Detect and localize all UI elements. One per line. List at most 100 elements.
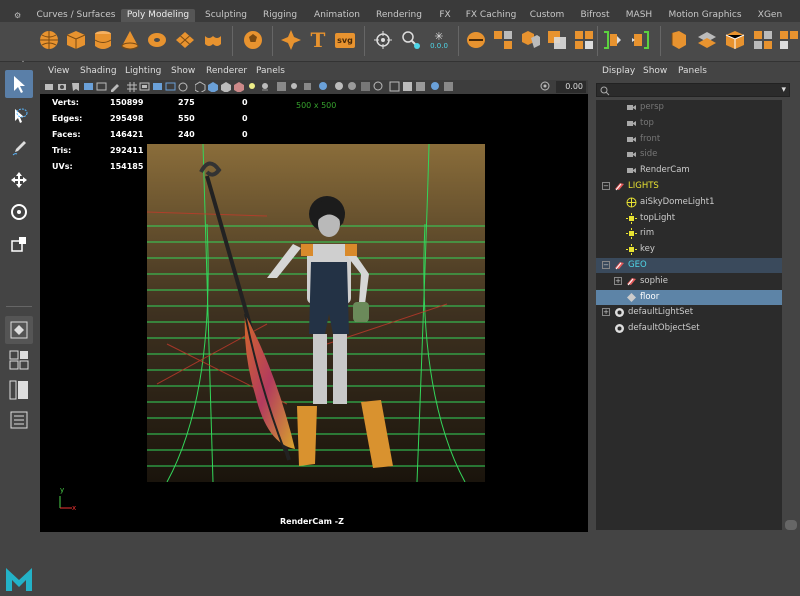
tab-fx[interactable]: FX	[433, 9, 457, 22]
outliner-item-sophie[interactable]: + sophie	[596, 274, 782, 289]
plane-icon[interactable]	[172, 27, 198, 53]
use-all-lights-icon[interactable]	[247, 81, 258, 92]
text-icon[interactable]: T	[305, 27, 331, 53]
menu-panels[interactable]: Panels	[256, 66, 285, 76]
tab-motion-graphics[interactable]: Motion Graphics	[663, 9, 747, 22]
tab-poly-modeling[interactable]: Poly Modeling	[121, 9, 195, 22]
2d-pan-icon[interactable]	[96, 81, 107, 92]
menu-renderer[interactable]: Renderer	[206, 66, 247, 76]
dots-icon[interactable]: ✳ 0.0.0	[426, 27, 452, 53]
tab-xgen[interactable]: XGen	[753, 9, 787, 22]
scale-tool-icon[interactable]	[5, 230, 33, 258]
tab-sculpting[interactable]: Sculpting	[199, 9, 253, 22]
scrollbar-thumb[interactable]	[785, 520, 797, 530]
menu-panels-outliner[interactable]: Panels	[678, 66, 707, 76]
hud-toggle-icon[interactable]	[389, 81, 400, 92]
rotate-tool-icon[interactable]	[5, 198, 33, 226]
collapse-icon[interactable]: −	[602, 182, 610, 190]
grease-pencil-icon[interactable]	[109, 81, 120, 92]
single-perspective-layout-icon[interactable]	[5, 316, 33, 344]
shadows-icon[interactable]	[260, 81, 271, 92]
menu-display[interactable]: Display	[602, 66, 635, 76]
outliner-layout-icon[interactable]	[5, 406, 33, 434]
outliner-item-top[interactable]: top	[596, 116, 782, 131]
tab-fx-caching[interactable]: FX Caching	[463, 9, 519, 22]
xray-components-icon[interactable]	[302, 81, 313, 92]
move-tool-icon[interactable]	[5, 166, 33, 194]
select-camera-icon[interactable]	[44, 81, 55, 92]
exposure-field[interactable]: 0.00	[556, 81, 586, 93]
extract-icon[interactable]	[517, 27, 543, 53]
image-plane-icon[interactable]	[83, 81, 94, 92]
shelf-options-icon[interactable]: ⚙	[14, 11, 22, 20]
collapse-icon[interactable]: −	[602, 261, 610, 269]
cube-icon[interactable]	[63, 27, 89, 53]
panel-divider[interactable]	[588, 62, 596, 534]
xray-joints-icon[interactable]	[289, 81, 300, 92]
xray-icon[interactable]	[276, 81, 287, 92]
motion-blur-icon[interactable]	[347, 81, 358, 92]
wedge-icon[interactable]	[666, 27, 692, 53]
outliner-search-input[interactable]: ▾	[596, 83, 790, 97]
camera-attributes-icon[interactable]	[57, 81, 68, 92]
field-chart-icon[interactable]	[178, 81, 189, 92]
search-sweep-icon[interactable]	[398, 27, 424, 53]
paint-select-tool-icon[interactable]	[5, 134, 33, 162]
gate-mask-icon[interactable]	[165, 81, 176, 92]
chevron-down-icon[interactable]: ▾	[781, 85, 786, 95]
exposure-icon[interactable]	[402, 81, 413, 92]
aov-icon[interactable]	[443, 81, 454, 92]
smooth-shade-icon[interactable]	[208, 81, 219, 92]
separate-icon[interactable]	[490, 27, 516, 53]
cylinder-icon[interactable]	[90, 27, 116, 53]
smooth-icon[interactable]	[776, 27, 800, 53]
menu-show-outliner[interactable]: Show	[643, 66, 667, 76]
expand-icon[interactable]: +	[602, 308, 610, 317]
tab-animation[interactable]: Animation	[309, 9, 365, 22]
disc-icon[interactable]	[200, 27, 226, 53]
outliner-item-front[interactable]: front	[596, 132, 782, 147]
outliner-item-defaultlightset[interactable]: + defaultLightSet	[596, 305, 782, 320]
extrude-icon[interactable]	[722, 27, 748, 53]
target-icon[interactable]	[370, 27, 396, 53]
outliner-scrollbar[interactable]	[782, 100, 800, 530]
bevel-icon[interactable]	[694, 27, 720, 53]
grid-icon[interactable]	[126, 81, 137, 92]
outliner-item-side[interactable]: side	[596, 147, 782, 162]
expand-icon[interactable]: +	[614, 276, 622, 285]
outliner-item-persp[interactable]: persp	[596, 100, 782, 115]
four-view-layout-icon[interactable]	[5, 346, 33, 374]
outliner-item-floor[interactable]: floor	[596, 289, 782, 305]
outliner-item-defaultobjectset[interactable]: defaultObjectSet	[596, 321, 782, 336]
menu-view[interactable]: View	[48, 66, 69, 76]
outliner-item-rendercam[interactable]: RenderCam	[596, 163, 782, 178]
mirror-icon[interactable]	[600, 27, 626, 53]
outliner-item-rim[interactable]: rim	[596, 226, 782, 241]
ambient-occlusion-icon[interactable]	[334, 81, 345, 92]
tab-curves-surfaces[interactable]: Curves / Surfaces	[35, 9, 117, 22]
sphere-icon[interactable]	[36, 27, 62, 53]
select-tool-icon[interactable]	[5, 70, 33, 98]
outliner-item-geo[interactable]: − GEO	[596, 258, 782, 273]
wireframe-icon[interactable]	[195, 81, 206, 92]
depth-of-field-icon[interactable]	[373, 81, 384, 92]
star-icon[interactable]	[278, 27, 304, 53]
tab-rendering[interactable]: Rendering	[371, 9, 427, 22]
outliner-item-key[interactable]: key	[596, 242, 782, 257]
film-gate-icon[interactable]	[139, 81, 150, 92]
tab-custom[interactable]: Custom	[525, 9, 569, 22]
combine-icon[interactable]	[463, 27, 489, 53]
isolate-select-icon[interactable]	[318, 81, 329, 92]
lasso-tool-icon[interactable]	[5, 102, 33, 130]
boolean-icon[interactable]	[544, 27, 570, 53]
camera-settings-icon[interactable]	[540, 81, 551, 92]
bookmarks-icon[interactable]	[70, 81, 81, 92]
tab-rigging[interactable]: Rigging	[257, 9, 303, 22]
tab-bifrost[interactable]: Bifrost	[575, 9, 615, 22]
persp-outliner-layout-icon[interactable]	[5, 376, 33, 404]
gamma-icon[interactable]	[415, 81, 426, 92]
fill-icon[interactable]	[750, 27, 776, 53]
cone-icon[interactable]	[117, 27, 143, 53]
menu-shading[interactable]: Shading	[80, 66, 117, 76]
multisample-aa-icon[interactable]	[360, 81, 371, 92]
